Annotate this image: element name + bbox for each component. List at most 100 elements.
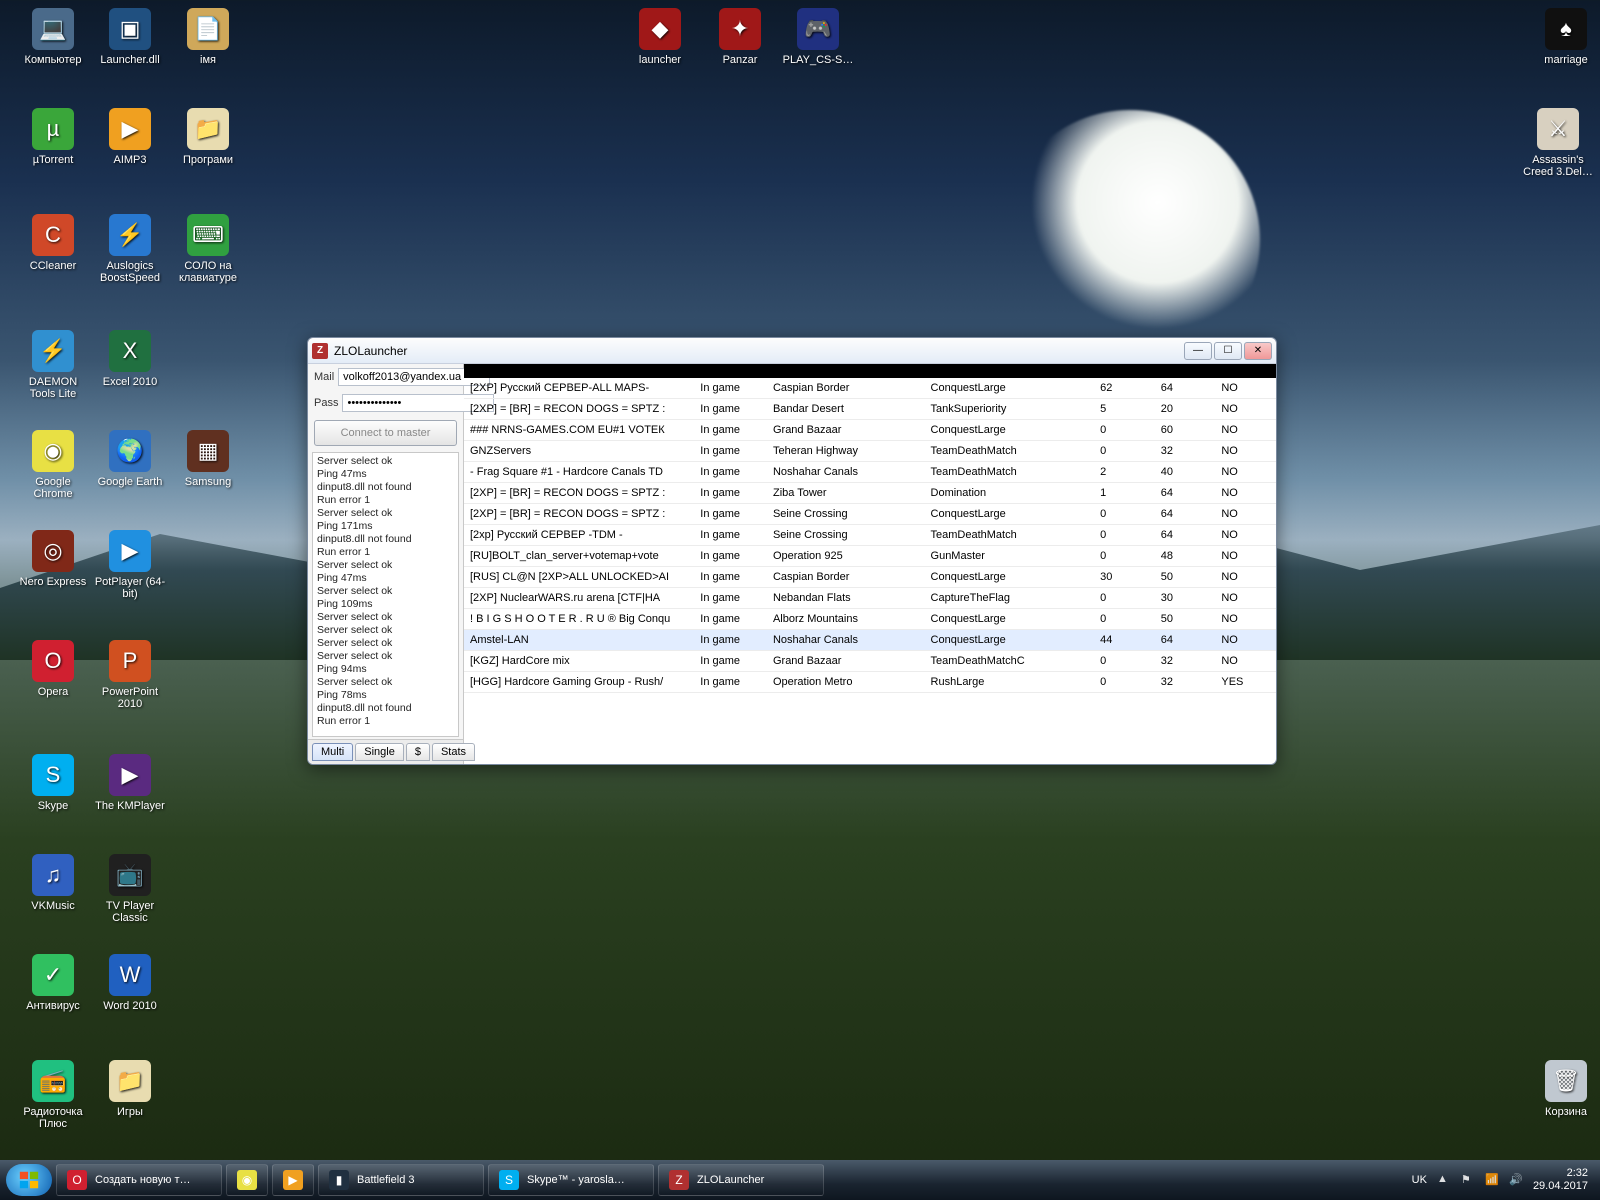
- desktop-icon[interactable]: XExcel 2010: [92, 330, 168, 388]
- desktop-icon[interactable]: 📺TV Player Classic: [92, 854, 168, 924]
- log-line: dinput8.dll not found: [317, 702, 454, 715]
- desktop-icon[interactable]: CCCleaner: [15, 214, 91, 272]
- server-row[interactable]: [RUS] CL@N [2XP>ALL UNLOCKED>AIIn gameCa…: [464, 567, 1276, 588]
- log-line: Ping 47ms: [317, 468, 454, 481]
- desktop-icon[interactable]: ◆launcher: [622, 8, 698, 66]
- server-row[interactable]: [RU]BOLT_clan_server+votemap+voteIn game…: [464, 546, 1276, 567]
- taskbar-button[interactable]: SSkype™ - yarosla…: [488, 1164, 654, 1196]
- grid-header: [464, 364, 1276, 378]
- server-row[interactable]: [HGG] Hardcore Gaming Group - Rush/In ga…: [464, 672, 1276, 693]
- mode-tabs: Multi Single $ Stats: [308, 739, 463, 764]
- log-line: Server select ok: [317, 507, 454, 520]
- desktop-icon[interactable]: 🌍Google Earth: [92, 430, 168, 488]
- server-row[interactable]: - Frag Square #1 - Hardcore Canals TDIn …: [464, 462, 1276, 483]
- desktop-icon[interactable]: 📁Програми: [170, 108, 246, 166]
- desktop-icon[interactable]: ▶PotPlayer (64-bit): [92, 530, 168, 600]
- server-grid[interactable]: [2XP] Русский СЕРВЕР-ALL MAPS-In gameCas…: [464, 378, 1276, 764]
- clock[interactable]: 2:32 29.04.2017: [1533, 1167, 1588, 1193]
- network-icon[interactable]: 📶: [1485, 1173, 1499, 1187]
- server-row[interactable]: [KGZ] HardCore mixIn gameGrand BazaarTea…: [464, 651, 1276, 672]
- log-line: Ping 171ms: [317, 520, 454, 533]
- app-icon: Z: [312, 343, 328, 359]
- desktop-icon[interactable]: µµTorrent: [15, 108, 91, 166]
- server-row[interactable]: [2xp] Русский СЕРВЕР -TDM -In gameSeine …: [464, 525, 1276, 546]
- server-row[interactable]: [2XP] NuclearWARS.ru arena [CTF|HAIn gam…: [464, 588, 1276, 609]
- server-row[interactable]: ### NRNS-GAMES.COM EU#1 VOTEКIn gameGran…: [464, 420, 1276, 441]
- log-line: Server select ok: [317, 624, 454, 637]
- action-center-icon[interactable]: ⚑: [1461, 1173, 1475, 1187]
- tab-cash[interactable]: $: [406, 743, 430, 761]
- desktop-icon[interactable]: 📻Радиоточка Плюс: [15, 1060, 91, 1130]
- log-line: dinput8.dll not found: [317, 481, 454, 494]
- zlolauncher-window: Z ZLOLauncher — ☐ ✕ Mail Pass Connect to…: [307, 337, 1277, 765]
- desktop-icon[interactable]: ⚡DAEMON Tools Lite: [15, 330, 91, 400]
- log-line: Server select ok: [317, 637, 454, 650]
- log-line: Run error 1: [317, 546, 454, 559]
- pass-label: Pass: [314, 397, 338, 409]
- desktop-icon[interactable]: WWord 2010: [92, 954, 168, 1012]
- volume-icon[interactable]: 🔊: [1509, 1173, 1523, 1187]
- left-panel: Mail Pass Connect to master Server selec…: [308, 364, 464, 764]
- desktop-icon[interactable]: ✦Panzar: [702, 8, 778, 66]
- taskbar-button[interactable]: ◉: [226, 1164, 268, 1196]
- desktop-icon[interactable]: ⚡Auslogics BoostSpeed: [92, 214, 168, 284]
- window-title: ZLOLauncher: [334, 344, 407, 358]
- desktop-icon[interactable]: ♠marriage: [1528, 8, 1600, 66]
- desktop-icon[interactable]: ▦Samsung: [170, 430, 246, 488]
- server-row[interactable]: [2XP] = [BR] = RECON DOGS = SPTZ :In gam…: [464, 504, 1276, 525]
- close-button[interactable]: ✕: [1244, 342, 1272, 360]
- titlebar[interactable]: Z ZLOLauncher — ☐ ✕: [308, 338, 1276, 364]
- log-line: Server select ok: [317, 585, 454, 598]
- log-line: Ping 109ms: [317, 598, 454, 611]
- server-row[interactable]: [2XP] = [BR] = RECON DOGS = SPTZ :In gam…: [464, 399, 1276, 420]
- taskbar-button[interactable]: ▶: [272, 1164, 314, 1196]
- mail-label: Mail: [314, 371, 334, 383]
- maximize-button[interactable]: ☐: [1214, 342, 1242, 360]
- taskbar: OСоздать новую т…◉▶▮Battlefield 3SSkype™…: [0, 1160, 1600, 1200]
- desktop-icon[interactable]: ▶The KMPlayer: [92, 754, 168, 812]
- server-row[interactable]: GNZServersIn gameTeheran HighwayTeamDeat…: [464, 441, 1276, 462]
- server-row[interactable]: Amstel-LANIn gameNoshahar CanalsConquest…: [464, 630, 1276, 651]
- taskbar-button[interactable]: ▮Battlefield 3: [318, 1164, 484, 1196]
- tab-single[interactable]: Single: [355, 743, 404, 761]
- desktop-icon[interactable]: 💻Компьютер: [15, 8, 91, 66]
- desktop-icon[interactable]: PPowerPoint 2010: [92, 640, 168, 710]
- desktop-icon[interactable]: ◎Nero Express: [15, 530, 91, 588]
- desktop-icon[interactable]: OOpera: [15, 640, 91, 698]
- log-line: Run error 1: [317, 715, 454, 728]
- desktop-icon[interactable]: ▶AIMP3: [92, 108, 168, 166]
- desktop-icon[interactable]: 📁Игры: [92, 1060, 168, 1118]
- server-row[interactable]: [2XP] = [BR] = RECON DOGS = SPTZ :In gam…: [464, 483, 1276, 504]
- log-line: Server select ok: [317, 676, 454, 689]
- desktop-icon[interactable]: ▣Launcher.dll: [92, 8, 168, 66]
- log-line: Server select ok: [317, 559, 454, 572]
- desktop-icon[interactable]: ⌨СОЛО на клавиатуре: [170, 214, 246, 284]
- desktop-icon[interactable]: ◉Google Chrome: [15, 430, 91, 500]
- taskbar-button[interactable]: ZZLOLauncher: [658, 1164, 824, 1196]
- log-line: Run error 1: [317, 494, 454, 507]
- log-line: Ping 78ms: [317, 689, 454, 702]
- start-button[interactable]: [6, 1164, 52, 1196]
- log-line: Server select ok: [317, 611, 454, 624]
- connect-button[interactable]: Connect to master: [314, 420, 457, 446]
- tab-multi[interactable]: Multi: [312, 743, 353, 761]
- desktop-icon[interactable]: ♫VKMusic: [15, 854, 91, 912]
- server-row[interactable]: ! B I G S H O O T E R . R U ® Big ConquI…: [464, 609, 1276, 630]
- language-indicator[interactable]: UK: [1412, 1174, 1427, 1186]
- server-row[interactable]: [2XP] Русский СЕРВЕР-ALL MAPS-In gameCas…: [464, 378, 1276, 399]
- tray-arrow-icon[interactable]: ▲: [1437, 1173, 1451, 1187]
- log-line: dinput8.dll not found: [317, 533, 454, 546]
- desktop-icon[interactable]: SSkype: [15, 754, 91, 812]
- desktop-icon[interactable]: 🗑Корзина: [1528, 1060, 1600, 1118]
- taskbar-button[interactable]: OСоздать новую т…: [56, 1164, 222, 1196]
- log-line: Server select ok: [317, 650, 454, 663]
- desktop-icon[interactable]: ⚔Assassin's Creed 3.Del…: [1520, 108, 1596, 178]
- desktop-icon[interactable]: 📄імя: [170, 8, 246, 66]
- desktop-icon[interactable]: 🎮PLAY_CS-S…: [780, 8, 856, 66]
- log-line: Ping 94ms: [317, 663, 454, 676]
- system-tray: UK ▲ ⚑ 📶 🔊 2:32 29.04.2017: [1412, 1167, 1594, 1193]
- minimize-button[interactable]: —: [1184, 342, 1212, 360]
- log-line: Ping 47ms: [317, 572, 454, 585]
- log-panel[interactable]: Server select okPing 47msdinput8.dll not…: [312, 452, 459, 737]
- desktop-icon[interactable]: ✓Антивирус: [15, 954, 91, 1012]
